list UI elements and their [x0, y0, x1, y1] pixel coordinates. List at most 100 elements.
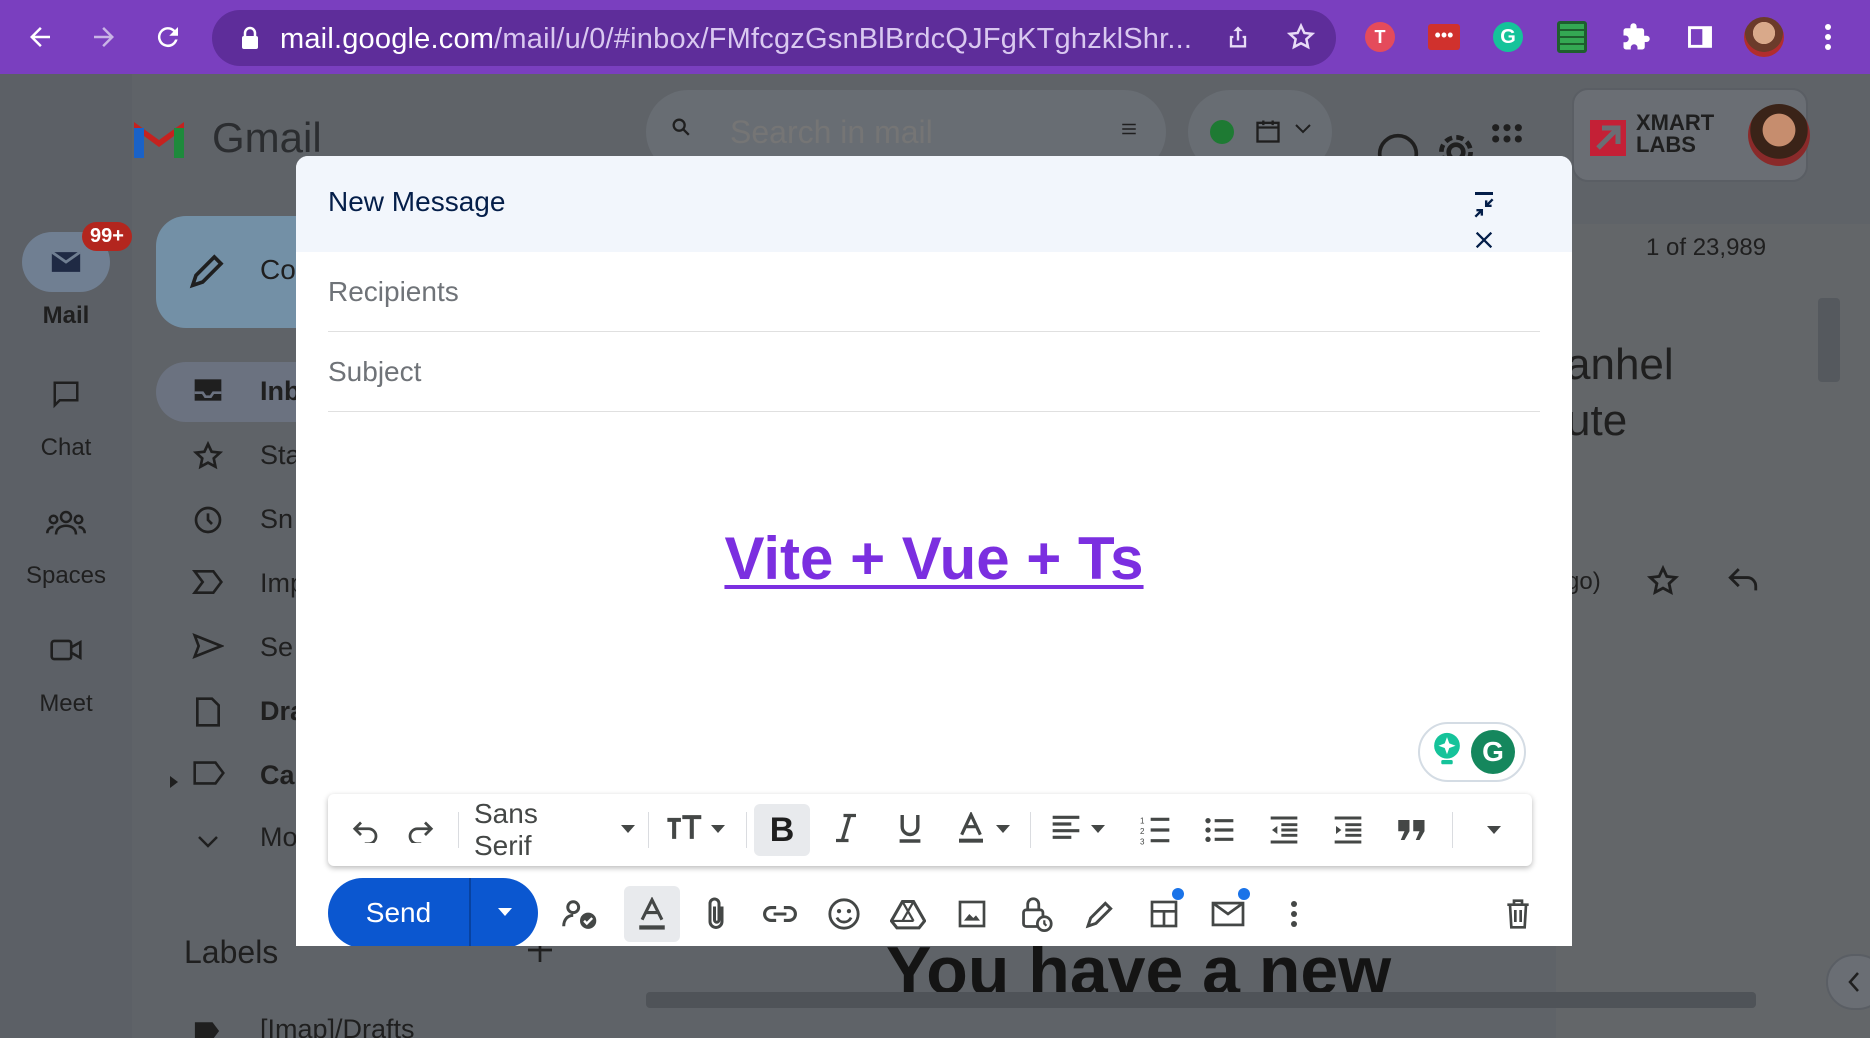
rail-meet[interactable]: Meet [0, 620, 132, 718]
body-link[interactable]: Vite + Vue + Ts [724, 525, 1143, 592]
recipient-check-icon[interactable] [552, 886, 608, 942]
grammarly-icon[interactable]: G [1488, 17, 1528, 57]
font-family-select[interactable]: Sans Serif [466, 798, 636, 861]
rail-mail[interactable]: 99+ Mail [0, 222, 132, 330]
insert-photo-icon[interactable] [944, 886, 1000, 942]
indent-less-icon[interactable] [1256, 804, 1312, 856]
calendar-icon [1254, 116, 1282, 151]
underline-icon [897, 812, 923, 849]
google-drive-icon[interactable] [880, 886, 936, 942]
star-message-icon[interactable] [1646, 564, 1680, 603]
share-icon[interactable] [1224, 22, 1252, 57]
compose-label: Co [260, 254, 296, 285]
caret-down-icon [620, 821, 636, 839]
insert-link-icon[interactable] [752, 886, 808, 942]
indent-more-icon[interactable] [1320, 804, 1376, 856]
bg-subject-line-2: ute [1566, 396, 1628, 445]
text-color-button[interactable] [946, 804, 1022, 856]
grammarly-g-icon[interactable]: G [1471, 730, 1515, 774]
email-template-icon[interactable] [1200, 886, 1256, 942]
svg-text:1: 1 [1140, 816, 1145, 825]
svg-text:2: 2 [1140, 827, 1145, 836]
reload-icon[interactable] [142, 11, 194, 63]
nav-more[interactable]: Mo [260, 822, 298, 853]
account-switcher[interactable]: XMART LABS [1572, 88, 1810, 182]
attach-file-icon[interactable] [688, 886, 744, 942]
formatting-options-icon[interactable] [624, 886, 680, 942]
chevron-down-icon [1294, 122, 1312, 140]
rail-spaces-label: Spaces [25, 562, 107, 589]
compose-header[interactable]: New Message [296, 156, 1572, 252]
bookmark-star-icon[interactable] [1286, 22, 1316, 57]
redo-icon[interactable] [394, 804, 446, 856]
chat-icon [22, 364, 110, 424]
recipients-row [328, 252, 1540, 332]
search-options-icon[interactable] [1120, 120, 1138, 143]
puzzle-icon[interactable] [1616, 17, 1656, 57]
grammarly-widget[interactable]: G [1418, 722, 1526, 782]
pencil-icon [186, 252, 226, 297]
lightbulb-icon[interactable] [1429, 730, 1465, 775]
search-input[interactable] [730, 112, 1070, 152]
back-icon[interactable] [14, 11, 66, 63]
text-color-icon [957, 810, 985, 849]
nav-categories[interactable]: Ca [260, 760, 295, 791]
message-body[interactable]: Vite + Vue + Ts [296, 524, 1572, 593]
nav-sent[interactable]: Se [260, 632, 293, 663]
italic-button[interactable] [818, 804, 874, 856]
align-button[interactable] [1038, 804, 1118, 856]
bold-button[interactable]: B [754, 804, 810, 856]
rail-mail-label: Mail [42, 302, 90, 329]
nav-inbox[interactable]: Inb [260, 376, 301, 407]
new-feature-dot [1172, 888, 1184, 900]
browser-toolbar: mail.google.com/mail/u/0/#inbox/FMfcgzGs… [0, 0, 1870, 74]
signature-pen-icon[interactable] [1072, 886, 1128, 942]
send-button[interactable]: Send [328, 878, 471, 946]
expand-arrow-icon[interactable] [168, 766, 180, 797]
account-avatar[interactable] [1748, 104, 1810, 166]
nav-starred[interactable]: Sta [260, 440, 301, 471]
underline-button[interactable] [882, 804, 938, 856]
layouts-icon[interactable] [1136, 886, 1192, 942]
meet-icon [22, 620, 110, 680]
sidepanel-icon[interactable] [1680, 17, 1720, 57]
undo-icon[interactable] [340, 804, 392, 856]
bg-subject-line-1: anhel [1566, 340, 1674, 389]
reply-icon[interactable] [1726, 564, 1760, 599]
more-options-icon[interactable] [1266, 886, 1322, 942]
mail-icon: 99+ [22, 222, 132, 292]
recipients-input[interactable] [328, 252, 1540, 331]
todoist-icon[interactable]: T [1360, 17, 1400, 57]
exit-fullscreen-icon[interactable] [1466, 190, 1502, 226]
dots-extension-icon[interactable]: ••• [1424, 17, 1464, 57]
font-size-button[interactable] [656, 804, 736, 856]
nav-snoozed[interactable]: Sn [260, 504, 293, 535]
more-formatting-icon[interactable] [1468, 804, 1520, 856]
emoji-icon[interactable] [816, 886, 872, 942]
numbered-list-icon[interactable]: 1 2 3 [1128, 804, 1184, 856]
status-dot-icon [1210, 120, 1234, 144]
address-bar[interactable]: mail.google.com/mail/u/0/#inbox/FMfcgzGs… [212, 10, 1336, 66]
rail-chat-label: Chat [40, 434, 92, 461]
chevron-left-icon [1846, 970, 1862, 999]
clock-icon [192, 504, 224, 543]
svg-text:3: 3 [1140, 838, 1145, 845]
send-icon [192, 632, 225, 667]
label-imap-drafts[interactable]: [Imap]/Drafts [260, 1014, 415, 1038]
sheets-extension-icon[interactable] [1552, 17, 1592, 57]
bg-horizontal-scroll [646, 992, 1756, 1008]
rail-spaces[interactable]: Spaces [0, 492, 132, 590]
bulleted-list-icon[interactable] [1192, 804, 1248, 856]
quote-icon[interactable] [1384, 804, 1440, 856]
confidential-mode-icon[interactable] [1008, 886, 1064, 942]
forward-icon[interactable] [78, 11, 130, 63]
discard-trash-icon[interactable] [1490, 886, 1546, 942]
font-family-label: Sans Serif [474, 798, 538, 861]
kebab-menu-icon[interactable] [1808, 17, 1848, 57]
subject-input[interactable] [328, 332, 1540, 411]
profile-avatar[interactable] [1744, 17, 1784, 57]
scrollbar-thumb[interactable] [1818, 298, 1840, 382]
rail-chat[interactable]: Chat [0, 364, 132, 462]
star-icon [192, 440, 224, 479]
send-options-button[interactable] [471, 878, 538, 946]
